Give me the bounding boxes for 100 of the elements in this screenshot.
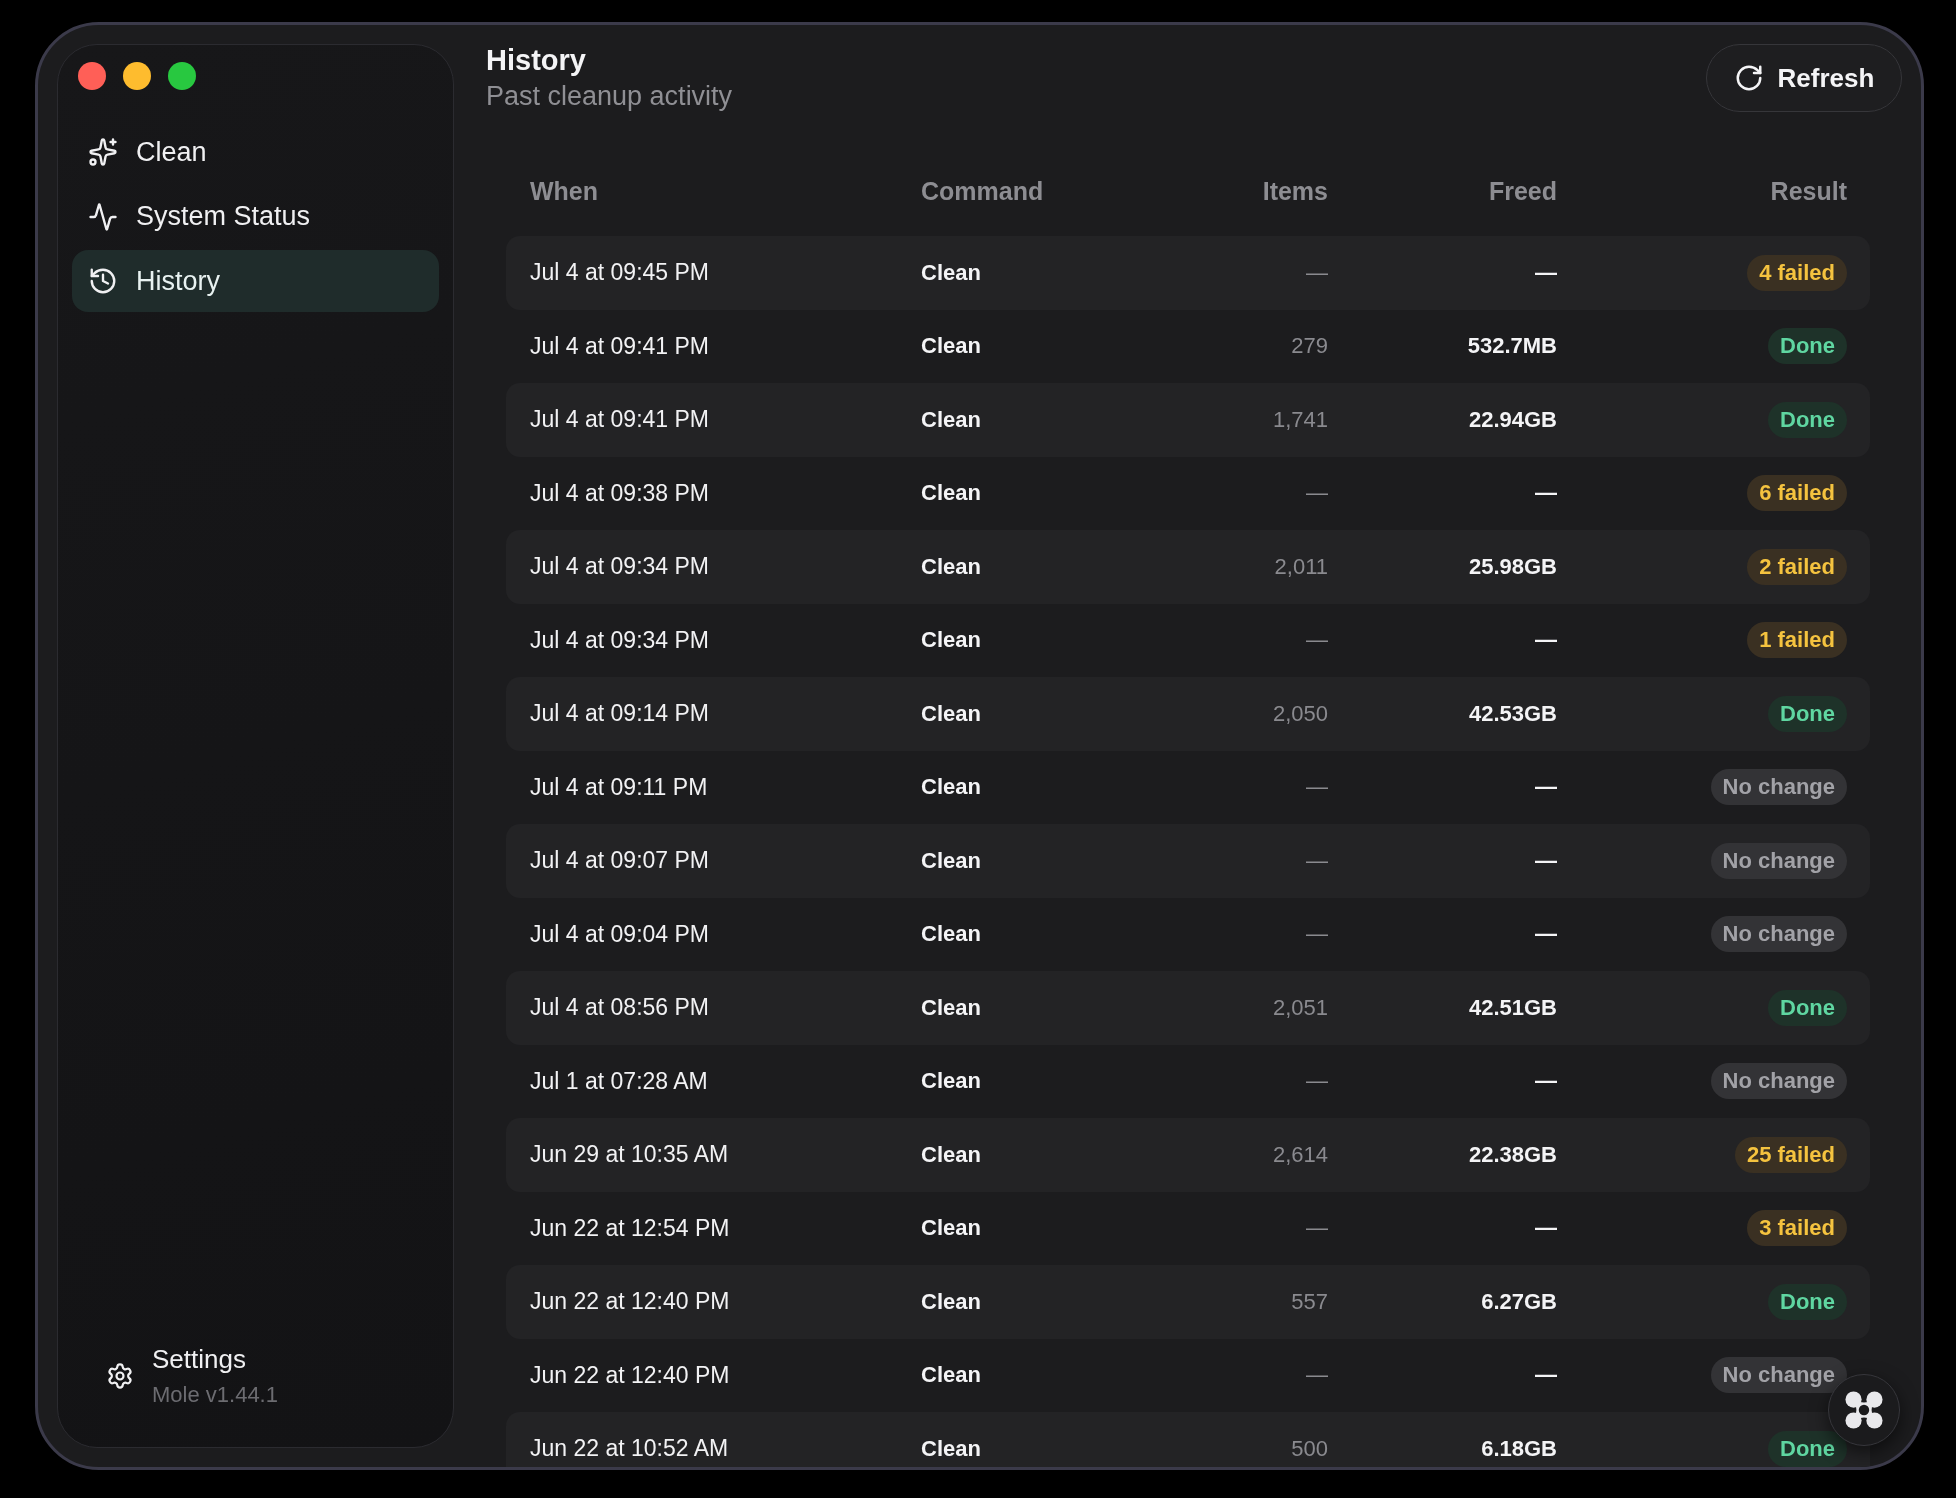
command-text: Clean bbox=[921, 259, 981, 286]
command-text: Clean bbox=[921, 921, 981, 948]
close-button[interactable] bbox=[78, 62, 106, 90]
date-text: Jun 22 at 10:52 AM bbox=[530, 1435, 729, 1463]
status-badge: Done bbox=[1768, 989, 1847, 1026]
item-count: 279 bbox=[1291, 333, 1328, 360]
clock-rewind-icon bbox=[88, 266, 118, 296]
column-heading: Command bbox=[921, 176, 1044, 206]
command-text: Clean bbox=[921, 1362, 981, 1389]
column-heading: Freed bbox=[1488, 176, 1557, 206]
status-badge: Done bbox=[1768, 401, 1847, 438]
command-text: Clean bbox=[921, 1288, 981, 1315]
version-label: Mole v1.44.1 bbox=[152, 1381, 278, 1409]
status-badge: 4 failed bbox=[1747, 254, 1847, 291]
item-count: 2,050 bbox=[1272, 700, 1328, 727]
date-text: Jul 4 at 09:34 PM bbox=[530, 626, 709, 654]
item-count: — bbox=[1306, 1215, 1328, 1242]
command-text: Clean bbox=[921, 480, 981, 507]
command-text: Clean bbox=[921, 333, 981, 360]
pulse-line-icon bbox=[88, 201, 118, 232]
status-badge: 6 failed bbox=[1747, 475, 1847, 512]
column-heading: Items bbox=[1262, 176, 1328, 206]
freed-size: 25.98GB bbox=[1468, 553, 1557, 580]
date-text: Jun 29 at 10:35 AM bbox=[530, 1141, 729, 1169]
command-text: Clean bbox=[921, 1435, 981, 1462]
four-lobe-icon bbox=[1845, 1391, 1883, 1429]
sidebar-item[interactable]: Clean bbox=[72, 121, 439, 183]
item-count: 2,011 bbox=[1274, 553, 1328, 580]
date-text: Jun 22 at 12:54 PM bbox=[530, 1214, 730, 1242]
freed-size: — bbox=[1535, 1362, 1557, 1389]
freed-size: 6.18GB bbox=[1481, 1435, 1557, 1462]
command-text: Clean bbox=[921, 847, 981, 874]
freed-size: — bbox=[1535, 259, 1557, 286]
sidebar-item[interactable]: System Status bbox=[72, 185, 439, 248]
column-heading: When bbox=[530, 176, 599, 206]
freed-size: — bbox=[1535, 921, 1557, 948]
status-badge: No change bbox=[1710, 1357, 1847, 1394]
refresh-button[interactable]: Refresh bbox=[1706, 44, 1902, 112]
command-text: Clean bbox=[921, 627, 981, 654]
date-text: Jul 4 at 09:41 PM bbox=[530, 406, 709, 434]
command-text: Clean bbox=[921, 774, 981, 801]
date-text: Jul 4 at 09:11 PM bbox=[530, 773, 708, 801]
freed-size: 22.94GB bbox=[1468, 406, 1557, 433]
command-text: Clean bbox=[921, 1141, 981, 1168]
status-badge: No change bbox=[1710, 916, 1847, 953]
status-badge: 25 failed bbox=[1734, 1136, 1847, 1173]
freed-size: — bbox=[1535, 774, 1557, 801]
date-text: Jul 4 at 09:07 PM bbox=[530, 847, 709, 875]
command-text: Clean bbox=[921, 994, 981, 1021]
date-text: Jul 4 at 09:14 PM bbox=[530, 700, 709, 728]
item-count: 1,741 bbox=[1272, 406, 1328, 433]
date-text: Jul 4 at 09:34 PM bbox=[530, 553, 709, 581]
item-count: — bbox=[1306, 1068, 1328, 1095]
command-text: Clean bbox=[921, 1068, 981, 1095]
status-badge: 3 failed bbox=[1747, 1210, 1847, 1247]
freed-size: 22.38GB bbox=[1468, 1141, 1557, 1168]
command-text: Clean bbox=[921, 406, 981, 433]
page-title: History bbox=[486, 44, 587, 76]
freed-size: 6.27GB bbox=[1481, 1288, 1557, 1315]
item-count: — bbox=[1306, 627, 1328, 654]
command-text: Clean bbox=[921, 553, 981, 580]
command-text: Clean bbox=[921, 700, 981, 727]
item-count: 2,051 bbox=[1272, 994, 1328, 1021]
zoom-button[interactable] bbox=[168, 62, 196, 90]
item-count: — bbox=[1306, 774, 1328, 801]
column-heading: Result bbox=[1770, 176, 1847, 206]
freed-size: — bbox=[1535, 1215, 1557, 1242]
item-count: — bbox=[1306, 921, 1328, 948]
date-text: Jul 4 at 09:04 PM bbox=[530, 920, 709, 948]
freed-size: 42.51GB bbox=[1468, 994, 1557, 1021]
status-badge: No change bbox=[1710, 769, 1847, 806]
item-count: 2,614 bbox=[1272, 1141, 1328, 1168]
page-subtitle: Past cleanup activity bbox=[486, 80, 733, 113]
date-text: Jul 1 at 07:28 AM bbox=[530, 1067, 708, 1095]
freed-size: 532.7MB bbox=[1467, 333, 1557, 360]
item-count: — bbox=[1306, 847, 1328, 874]
status-badge: No change bbox=[1710, 842, 1847, 879]
item-count: — bbox=[1306, 480, 1328, 507]
date-text: Jul 4 at 09:38 PM bbox=[530, 479, 709, 507]
date-text: Jul 4 at 09:41 PM bbox=[530, 332, 709, 360]
freed-size: — bbox=[1535, 847, 1557, 874]
freed-size: — bbox=[1535, 627, 1557, 654]
sparkles-icon bbox=[88, 137, 118, 167]
sidebar-item[interactable]: History bbox=[72, 250, 439, 312]
command-text: Clean bbox=[921, 1215, 981, 1242]
date-text: Jul 4 at 08:56 PM bbox=[530, 994, 709, 1022]
freed-size: 42.53GB bbox=[1468, 700, 1557, 727]
status-badge: Done bbox=[1768, 1430, 1847, 1467]
date-text: Jun 22 at 12:40 PM bbox=[530, 1361, 730, 1389]
status-badge: Done bbox=[1768, 695, 1847, 732]
minimize-button[interactable] bbox=[123, 62, 151, 90]
item-count: 557 bbox=[1291, 1288, 1328, 1315]
settings-link[interactable]: Settings bbox=[152, 1343, 246, 1375]
date-text: Jul 4 at 09:45 PM bbox=[530, 259, 709, 287]
status-badge: 1 failed bbox=[1747, 622, 1847, 659]
item-count: — bbox=[1306, 1362, 1328, 1389]
date-text: Jun 22 at 12:40 PM bbox=[530, 1288, 730, 1316]
status-badge: Done bbox=[1768, 1283, 1847, 1320]
settings-icon[interactable] bbox=[106, 1362, 134, 1390]
freed-size: — bbox=[1535, 480, 1557, 507]
